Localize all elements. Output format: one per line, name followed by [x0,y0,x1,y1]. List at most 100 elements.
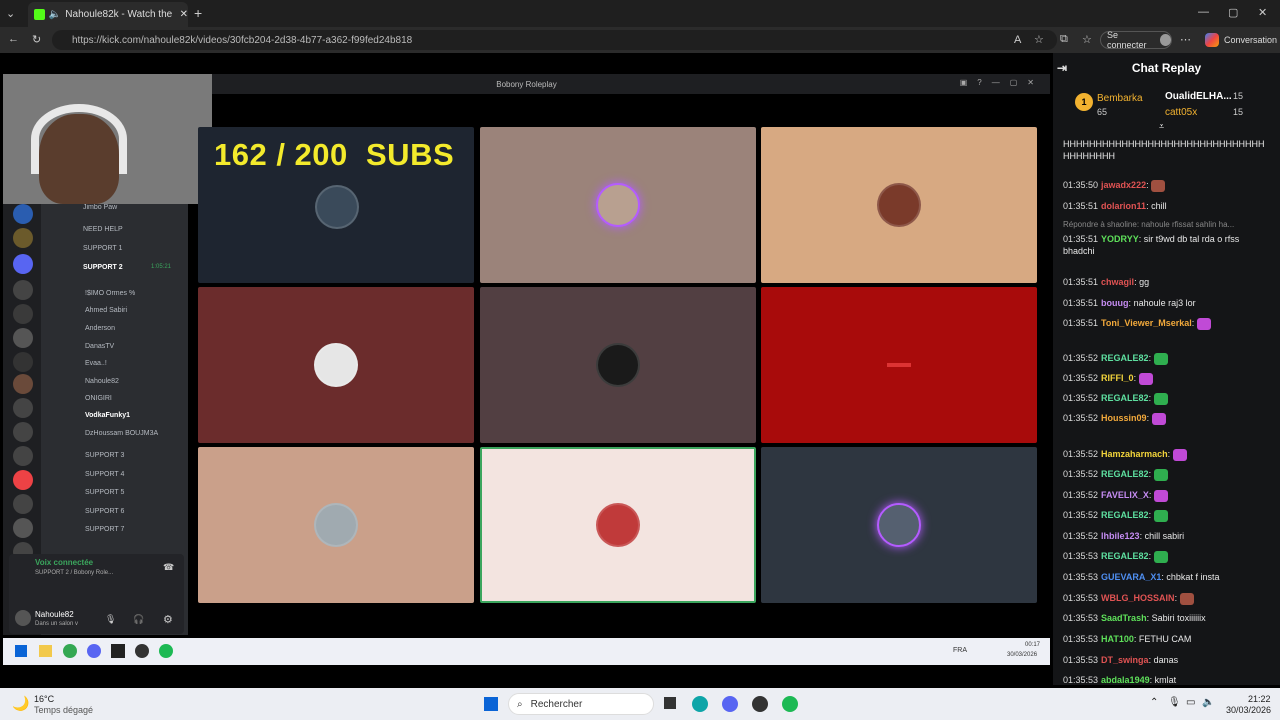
member-name[interactable]: VodkaFunky1 [85,412,130,419]
member-name[interactable]: Anderson [85,325,115,332]
member-name[interactable]: DanasTV [85,343,114,350]
channel-need-help[interactable]: NEED HELP [83,226,123,233]
close-tab-icon[interactable]: ✕ [180,9,188,20]
grid-tile[interactable]: 162 / 200 SUBS [198,127,474,283]
url-field[interactable]: https://kick.com/nahoule82k/videos/30fcb… [52,30,1057,50]
minimize-window-icon[interactable]: — [1198,6,1209,18]
volume-icon[interactable]: 🔈 [1202,697,1214,708]
search-box[interactable]: ⌕ Rechercher [508,693,654,715]
server-icon[interactable] [13,204,33,224]
close-window-icon[interactable]: ✕ [1258,6,1267,19]
server-icon[interactable] [13,446,33,466]
member-name[interactable]: !$IMO Ormes % [85,290,135,297]
member-name[interactable]: DzHoussam BOUJM3A [85,430,158,437]
mic-icon[interactable]: 🎙 [105,614,116,625]
clock-time[interactable]: 21:22 [1248,694,1271,704]
disconnect-icon[interactable]: ☎ [163,562,174,573]
signin-button[interactable]: Se connecter [1100,30,1172,50]
grid-tile[interactable] [761,287,1037,443]
collapse-chat-icon[interactable]: ⇥ [1057,61,1067,75]
member-name[interactable]: Nahoule82 [85,378,119,385]
browser-tab[interactable]: 🔈 Nahoule82k - Watch the VOD ✕ [28,2,188,27]
clock-date[interactable]: 30/03/2026 [1226,705,1271,715]
leader-name[interactable]: Bembarka [1097,93,1143,104]
leader-name[interactable]: OualidELHA... [1165,91,1232,102]
server-icon[interactable] [13,470,33,490]
server-icon[interactable] [13,518,33,538]
read-aloud-icon[interactable]: A [1014,34,1021,46]
collections-icon[interactable]: ☆ [1082,33,1092,46]
server-icon[interactable] [13,398,33,418]
server-icon[interactable] [13,374,33,394]
message-username[interactable]: REGALE82 [1101,469,1149,479]
member-name[interactable]: ONIGIRI [85,395,112,402]
message-username[interactable]: chwagil [1101,277,1134,287]
channel-jimbo[interactable]: Jimbo Paw [83,204,117,211]
grid-tile[interactable] [761,447,1037,603]
grid-tile[interactable] [761,127,1037,283]
server-icon[interactable] [13,254,33,274]
server-icon[interactable] [13,352,33,372]
extensions-icon[interactable]: ⧉ [1060,33,1068,46]
message-username[interactable]: WBLG_HOSSAIN [1101,593,1175,603]
expand-leaders-icon[interactable]: ⩡ [1159,121,1164,132]
back-icon[interactable]: ← [8,33,19,45]
grid-tile[interactable] [480,287,756,443]
grid-tile[interactable] [198,447,474,603]
channel-support-6[interactable]: SUPPORT 6 [85,508,124,515]
message-username[interactable]: FAVELIX_X [1101,490,1149,500]
server-icon[interactable] [13,304,33,324]
message-username[interactable]: bouug [1101,298,1129,308]
message-username[interactable]: DT_swinga [1101,655,1149,665]
message-username[interactable]: Hamzaharmach [1101,449,1168,459]
settings-icon[interactable]: ⚙ [163,613,173,626]
grid-tile[interactable] [480,447,756,603]
mic-tray-icon[interactable]: 🎙 [1168,697,1181,708]
message-username[interactable]: dolarion11 [1101,201,1146,211]
app-icon[interactable] [111,644,125,658]
conversation-button[interactable]: Conversation [1224,35,1277,45]
channel-support-7[interactable]: SUPPORT 7 [85,526,124,533]
message-username[interactable]: Toni_Viewer_Mserkal [1101,318,1192,328]
message-username[interactable]: RIFFI_0 [1101,373,1134,383]
network-icon[interactable]: ▭ [1186,697,1195,708]
message-username[interactable]: REGALE82 [1101,551,1149,561]
server-icon[interactable] [13,494,33,514]
channel-support-5[interactable]: SUPPORT 5 [85,489,124,496]
maximize-window-icon[interactable]: ▢ [1228,6,1238,19]
app-icon[interactable] [39,645,52,657]
message-username[interactable]: REGALE82 [1101,393,1149,403]
grid-tile[interactable] [198,287,474,443]
server-icon[interactable] [13,422,33,442]
message-username[interactable]: GUEVARA_X1 [1101,572,1161,582]
app-icon[interactable] [135,644,149,658]
message-username[interactable]: jawadx222 [1101,180,1146,190]
app-icon[interactable] [87,644,101,658]
edge-icon[interactable] [692,696,708,712]
server-icon[interactable] [13,228,33,248]
channel-support-2[interactable]: SUPPORT 2 [83,264,123,271]
refresh-icon[interactable]: ↻ [32,33,41,46]
channel-support-3[interactable]: SUPPORT 3 [85,452,124,459]
task-view-icon[interactable] [664,697,676,709]
weather-icon[interactable]: 🌙 [12,695,29,712]
windows-start-icon[interactable] [484,697,498,711]
member-name[interactable]: Evaa..! [85,360,107,367]
spotify-icon[interactable] [782,696,798,712]
member-name[interactable]: Ahmed Sabiri [85,307,127,314]
message-username[interactable]: YODRYY [1101,234,1139,244]
video-player[interactable]: Bobony Roleplay ▣?—▢✕ Jimbo Paw NEED HEL… [3,53,1050,685]
channel-support-4[interactable]: SUPPORT 4 [85,471,124,478]
headset-icon[interactable]: 🎧 [133,614,144,625]
message-username[interactable]: REGALE82 [1101,353,1149,363]
app-icon[interactable] [752,696,768,712]
tab-list-icon[interactable]: ⌄ [6,7,15,20]
server-icon[interactable] [13,280,33,300]
message-username[interactable]: abdala1949 [1101,675,1150,685]
message-username[interactable]: lhbile123 [1101,531,1140,541]
copilot-icon[interactable] [1205,33,1219,47]
message-username[interactable]: SaadTrash [1101,613,1147,623]
favorite-icon[interactable]: ☆ [1034,33,1044,46]
more-icon[interactable]: ⋯ [1180,33,1191,46]
leader-name[interactable]: catt05x [1165,107,1197,118]
